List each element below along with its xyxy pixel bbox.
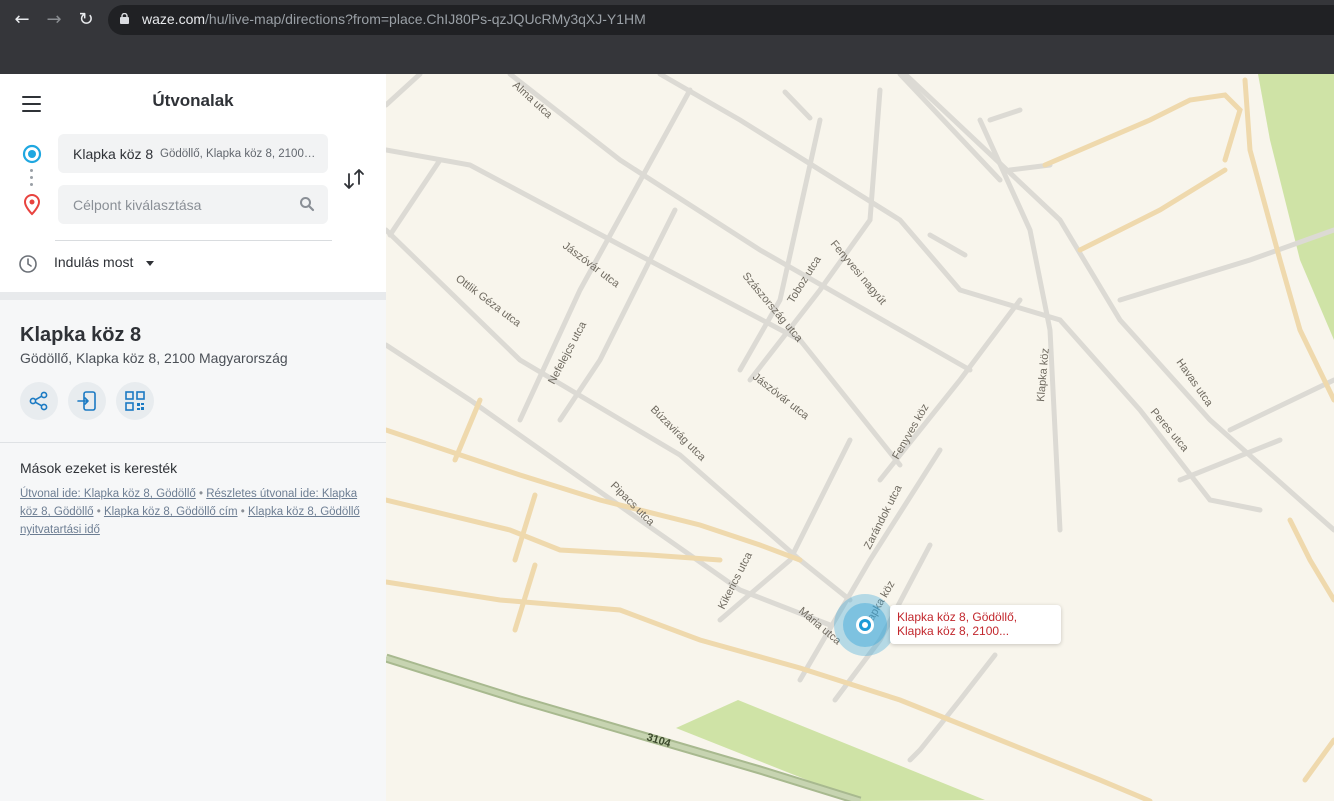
directions-sidebar: Útvonalak Klapka köz 8 Gödöllő, Klapka k… — [0, 74, 387, 801]
destination-marker-icon — [23, 194, 41, 216]
url-path: /hu/live-map/directions?from=place.ChIJ8… — [205, 11, 646, 27]
street-map[interactable]: Alma utca Jászóvár utca Ottlik Géza utca… — [386, 74, 1334, 801]
related-searches-links: Útvonal ide: Klapka köz 8, Gödöllő • Rés… — [20, 488, 360, 536]
share-icon — [29, 391, 48, 411]
pin-popup[interactable]: Klapka köz 8, Gödöllő, Klapka köz 8, 210… — [890, 605, 1061, 644]
send-to-phone-icon — [77, 391, 96, 411]
divider — [55, 240, 332, 241]
origin-field[interactable]: Klapka köz 8 Gödöllő, Klapka köz 8, 2100… — [58, 134, 328, 173]
departure-selector[interactable]: Indulás most — [54, 254, 133, 270]
origin-value: Klapka köz 8 — [73, 146, 154, 162]
back-arrow-icon[interactable]: ← — [10, 8, 34, 32]
location-pin[interactable] — [834, 594, 896, 656]
address-bar[interactable]: waze.com/hu/live-map/directions?from=pla… — [108, 5, 1334, 35]
browser-chrome: ← → ↻ waze.com/hu/live-map/directions?fr… — [0, 0, 1334, 74]
qr-code-button[interactable] — [116, 382, 154, 420]
pin-label: Klapka köz 8, Gödöllő, Klapka köz 8, 210… — [897, 610, 1018, 638]
forward-arrow-icon[interactable]: → — [42, 8, 66, 32]
swap-direction-icon[interactable] — [342, 166, 366, 192]
destination-field[interactable]: Célpont kiválasztása — [58, 185, 328, 224]
chevron-down-icon[interactable] — [146, 261, 154, 266]
search-icon[interactable] — [299, 196, 315, 212]
place-name: Klapka köz 8 — [20, 324, 142, 346]
related-link[interactable]: Útvonal ide: Klapka köz 8, Gödöllő — [20, 488, 196, 500]
related-searches-title: Mások ezeket is keresték — [20, 460, 178, 476]
page-title: Útvonalak — [152, 91, 234, 110]
route-dots — [30, 169, 34, 187]
related-link[interactable]: Klapka köz 8, Gödöllő cím — [104, 506, 238, 518]
destination-placeholder: Célpont kiválasztása — [73, 197, 202, 213]
divider — [0, 442, 386, 443]
qr-code-icon — [125, 391, 145, 411]
url-domain: waze.com — [142, 11, 206, 27]
reload-icon[interactable]: ↻ — [74, 8, 98, 32]
map-canvas[interactable]: Alma utca Jászóvár utca Ottlik Géza utca… — [386, 74, 1334, 801]
place-address: Gödöllő, Klapka köz 8, 2100 Magyarország — [20, 350, 288, 366]
lock-icon — [120, 13, 129, 24]
route-panel: Útvonalak Klapka köz 8 Gödöllő, Klapka k… — [0, 74, 386, 300]
share-button[interactable] — [20, 382, 58, 420]
send-to-phone-button[interactable] — [68, 382, 106, 420]
origin-marker-icon — [22, 144, 42, 164]
clock-icon — [19, 255, 37, 273]
origin-detail: Gödöllő, Klapka köz 8, 2100 Magyarország — [160, 148, 318, 160]
url-text: waze.com/hu/live-map/directions?from=pla… — [142, 11, 646, 27]
